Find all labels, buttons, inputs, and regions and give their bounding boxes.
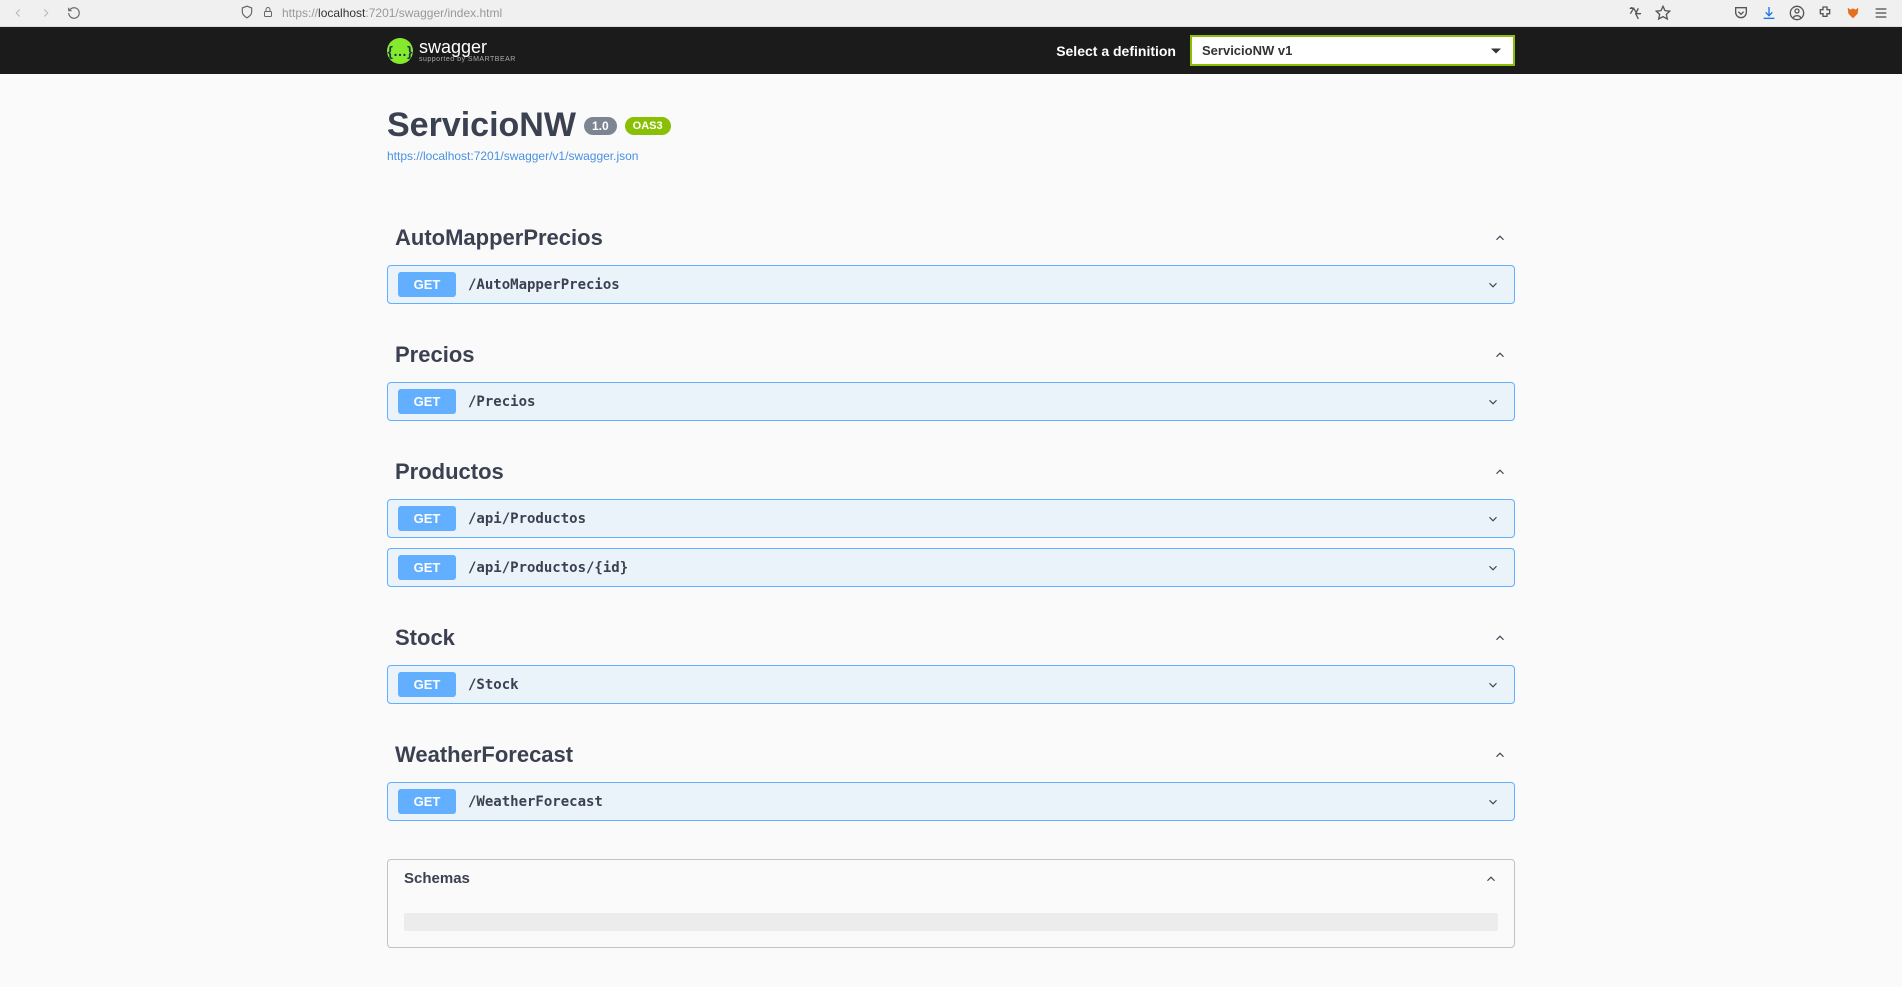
- translate-icon[interactable]: [1626, 4, 1644, 22]
- chevron-up-icon: [1493, 631, 1507, 645]
- tag-section: Productos GET /api/Productos GET /api/Pr…: [387, 455, 1515, 587]
- operation-path: /Precios: [468, 394, 1486, 410]
- tag-header[interactable]: Precios: [387, 338, 1515, 372]
- browser-toolbar: https://localhost:7201/swagger/index.htm…: [0, 0, 1902, 27]
- oas-badge: OAS3: [625, 117, 671, 135]
- version-badge: 1.0: [584, 117, 617, 135]
- tag-name: Productos: [395, 459, 504, 485]
- nav-back-button[interactable]: [8, 3, 28, 23]
- nav-forward-button[interactable]: [36, 3, 56, 23]
- tag-section: AutoMapperPrecios GET /AutoMapperPrecios: [387, 221, 1515, 304]
- tag-name: AutoMapperPrecios: [395, 225, 603, 251]
- http-method-badge: GET: [398, 672, 456, 697]
- tag-section: Precios GET /Precios: [387, 338, 1515, 421]
- operation-block[interactable]: GET /Stock: [387, 665, 1515, 704]
- chevron-up-icon: [1493, 348, 1507, 362]
- chevron-down-icon: [1486, 395, 1500, 409]
- chevron-up-icon: [1493, 231, 1507, 245]
- tag-header[interactable]: Productos: [387, 455, 1515, 489]
- account-icon[interactable]: [1788, 4, 1806, 22]
- tag-header[interactable]: Stock: [387, 621, 1515, 655]
- extensions-icon[interactable]: [1816, 4, 1834, 22]
- chevron-up-icon: [1484, 872, 1498, 886]
- browser-toolbar-right: [1626, 4, 1894, 22]
- fox-icon[interactable]: [1844, 4, 1862, 22]
- chevron-up-icon: [1493, 748, 1507, 762]
- pocket-icon[interactable]: [1732, 4, 1750, 22]
- swagger-topbar: {…} swagger supported by SMARTBEAR Selec…: [0, 27, 1902, 74]
- chevron-down-icon: [1486, 278, 1500, 292]
- operation-block[interactable]: GET /Precios: [387, 382, 1515, 421]
- swagger-json-link[interactable]: https://localhost:7201/swagger/v1/swagge…: [387, 149, 638, 163]
- schemas-toggle[interactable]: Schemas: [388, 860, 1514, 897]
- shield-icon: [240, 5, 254, 22]
- http-method-badge: GET: [398, 555, 456, 580]
- tag-name: Precios: [395, 342, 475, 368]
- star-icon[interactable]: [1654, 4, 1672, 22]
- operation-path: /Stock: [468, 677, 1486, 693]
- definition-label: Select a definition: [1056, 43, 1176, 59]
- tag-header[interactable]: AutoMapperPrecios: [387, 221, 1515, 255]
- chevron-down-icon: [1486, 678, 1500, 692]
- tag-name: WeatherForecast: [395, 742, 573, 768]
- operation-block[interactable]: GET /api/Productos/{id}: [387, 548, 1515, 587]
- chevron-down-icon: [1486, 795, 1500, 809]
- definition-select[interactable]: ServicioNW v1: [1190, 35, 1515, 66]
- tag-header[interactable]: WeatherForecast: [387, 738, 1515, 772]
- operation-block[interactable]: GET /AutoMapperPrecios: [387, 265, 1515, 304]
- lock-icon: [262, 6, 274, 21]
- operation-path: /AutoMapperPrecios: [468, 277, 1486, 293]
- tag-name: Stock: [395, 625, 455, 651]
- swagger-logo-icon: {…}: [387, 38, 413, 64]
- tag-section: Stock GET /Stock: [387, 621, 1515, 704]
- operation-block[interactable]: GET /WeatherForecast: [387, 782, 1515, 821]
- chevron-down-icon: [1486, 512, 1500, 526]
- http-method-badge: GET: [398, 506, 456, 531]
- swagger-logo-subtext: supported by SMARTBEAR: [419, 56, 516, 63]
- http-method-badge: GET: [398, 789, 456, 814]
- schemas-section: Schemas: [387, 859, 1515, 948]
- url-text: https://localhost:7201/swagger/index.htm…: [282, 6, 502, 20]
- http-method-badge: GET: [398, 389, 456, 414]
- chevron-down-icon: [1486, 561, 1500, 575]
- operation-path: /api/Productos/{id}: [468, 560, 1486, 576]
- operation-path: /api/Productos: [468, 511, 1486, 527]
- download-icon[interactable]: [1760, 4, 1778, 22]
- api-title: ServicioNW 1.0 OAS3: [387, 106, 1515, 145]
- schema-item-placeholder: [404, 913, 1498, 931]
- operation-path: /WeatherForecast: [468, 794, 1486, 810]
- nav-reload-button[interactable]: [64, 3, 84, 23]
- http-method-badge: GET: [398, 272, 456, 297]
- tag-section: WeatherForecast GET /WeatherForecast: [387, 738, 1515, 821]
- operation-block[interactable]: GET /api/Productos: [387, 499, 1515, 538]
- swagger-logo[interactable]: {…} swagger supported by SMARTBEAR: [387, 38, 516, 64]
- menu-icon[interactable]: [1872, 4, 1890, 22]
- chevron-up-icon: [1493, 465, 1507, 479]
- url-bar[interactable]: https://localhost:7201/swagger/index.htm…: [232, 5, 1610, 22]
- swagger-logo-text: swagger: [419, 38, 516, 56]
